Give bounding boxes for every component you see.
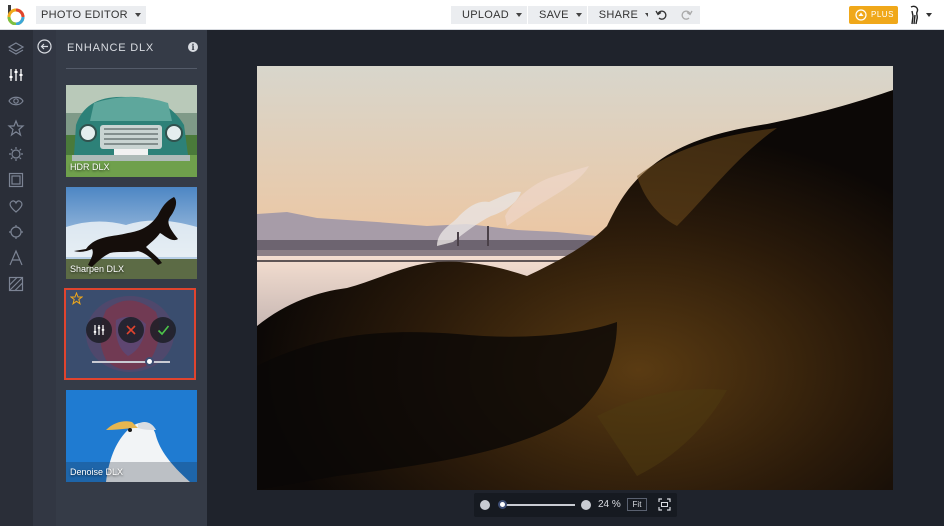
chevron-down-icon (134, 13, 141, 17)
upload-label: UPLOAD (462, 9, 510, 21)
text-icon (9, 249, 23, 266)
save-label: SAVE (539, 9, 569, 21)
touch-up-tool[interactable] (7, 92, 25, 110)
star-icon (7, 119, 25, 137)
effect-card-label: HDR DLX (70, 162, 110, 172)
overlays-tool[interactable] (7, 223, 25, 241)
panel-divider (66, 68, 197, 69)
effect-card-sharpen-dlx[interactable]: Sharpen DLX (66, 187, 197, 279)
star-icon[interactable] (70, 292, 83, 305)
apply-effect-button[interactable] (150, 317, 176, 343)
share-label: SHARE (598, 9, 639, 21)
effect-card-denoise-dlx[interactable]: Denoise DLX (66, 390, 197, 482)
undo-button[interactable] (648, 6, 674, 24)
undo-icon (655, 10, 667, 20)
redo-button[interactable] (674, 6, 700, 24)
layers-tool[interactable] (7, 40, 25, 58)
share-button[interactable]: SHARE (586, 6, 656, 24)
heart-icon (9, 200, 23, 213)
history-group (648, 6, 700, 24)
panel-title: ENHANCE DLX (67, 42, 155, 54)
textures-tool[interactable] (7, 275, 25, 293)
adjust-icon (93, 325, 105, 335)
effect-settings-button[interactable] (86, 317, 112, 343)
top-bar: PHOTO EDITOR UPLOAD SAVE SHARE PLUS (0, 0, 944, 30)
plus-badge-icon (855, 9, 867, 21)
close-icon (126, 325, 136, 335)
chevron-down-icon (575, 13, 582, 17)
save-button[interactable]: SAVE (527, 6, 587, 24)
mode-selector[interactable]: PHOTO EDITOR (36, 6, 146, 24)
effect-card-active[interactable] (64, 288, 196, 380)
frame-icon (8, 172, 24, 188)
zoom-slider-handle[interactable] (498, 500, 508, 509)
fit-button[interactable]: Fit (627, 498, 647, 511)
adjust-tool[interactable] (7, 66, 25, 84)
effects-panel: ENHANCE DLX i HDR DLX Sharpen DLX Denois… (33, 30, 207, 526)
effect-card-label: Sharpen DLX (70, 264, 125, 274)
zoom-level: 24 % (598, 499, 621, 510)
artsy-tool[interactable] (7, 145, 25, 163)
checkmark-icon (157, 325, 169, 336)
effect-strength-slider[interactable] (92, 361, 170, 363)
avatar[interactable] (906, 5, 922, 25)
back-arrow-icon[interactable] (37, 39, 52, 54)
chevron-down-icon (516, 13, 523, 17)
adjust-icon (9, 69, 23, 81)
favorites-tool[interactable] (7, 119, 25, 137)
zoom-out-button[interactable] (480, 500, 490, 510)
text-tool[interactable] (7, 249, 25, 267)
zoom-slider[interactable] (499, 504, 575, 506)
graphics-tool[interactable] (7, 197, 25, 215)
gear-icon (9, 147, 23, 161)
zoom-in-button[interactable] (581, 500, 591, 510)
plus-label: PLUS (871, 10, 894, 19)
eye-icon (8, 96, 24, 106)
cancel-effect-button[interactable] (118, 317, 144, 343)
upload-button[interactable]: UPLOAD (451, 6, 527, 24)
layers-icon (7, 42, 25, 55)
texture-icon (9, 225, 23, 239)
effect-card-label: Denoise DLX (70, 467, 124, 477)
info-icon[interactable]: i (188, 42, 198, 52)
fullscreen-icon[interactable] (658, 498, 671, 511)
zoom-controls: 24 % Fit (474, 493, 677, 517)
redo-icon (681, 10, 693, 20)
plus-upgrade-button[interactable]: PLUS (849, 6, 898, 24)
file-menu-group: UPLOAD SAVE SHARE (451, 6, 657, 24)
tool-rail (0, 30, 33, 526)
frames-tool[interactable] (7, 171, 25, 189)
photo-canvas[interactable] (257, 66, 893, 490)
chevron-down-icon[interactable] (926, 13, 932, 17)
pattern-icon (8, 276, 24, 292)
effect-card-hdr-dlx[interactable]: HDR DLX (66, 85, 197, 177)
mode-label: PHOTO EDITOR (41, 9, 128, 21)
befunky-logo[interactable] (6, 5, 26, 25)
